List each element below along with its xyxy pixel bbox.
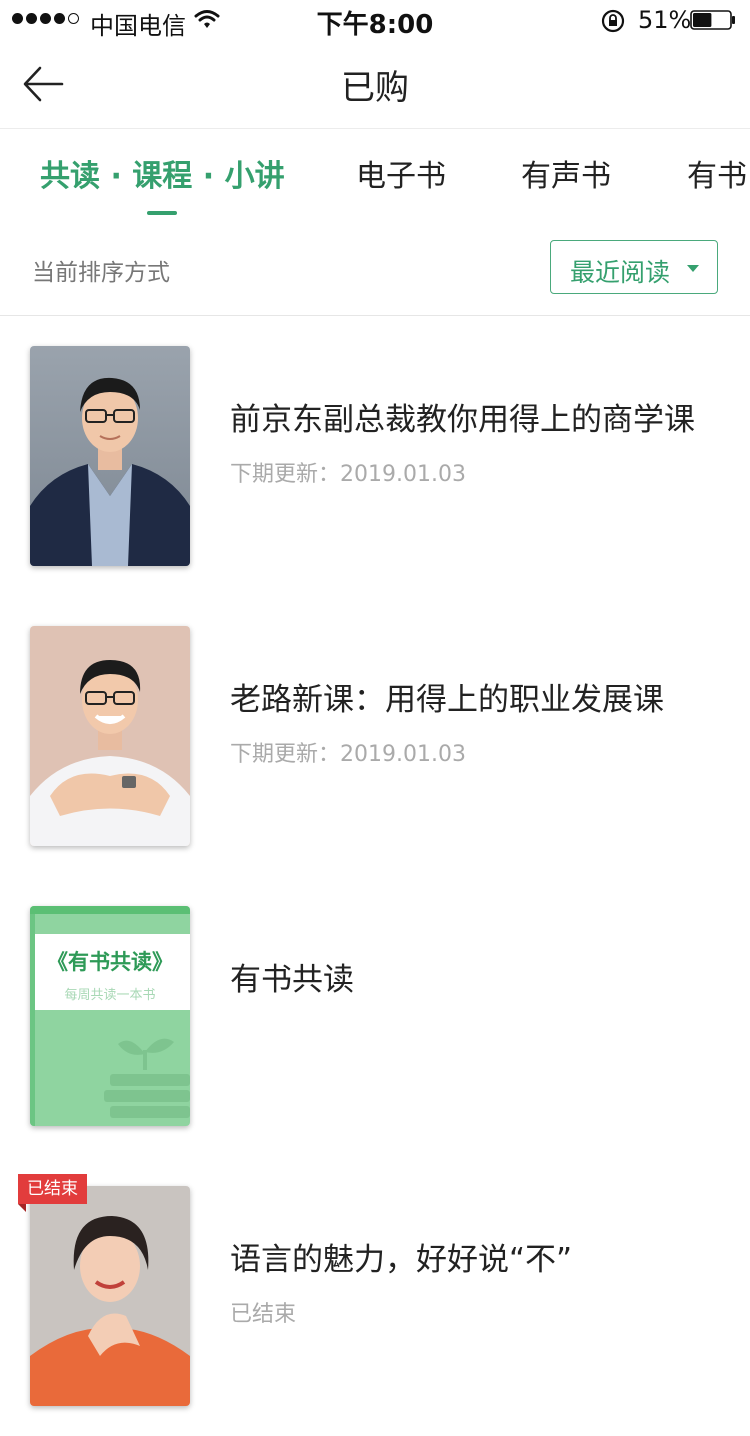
tab-reading-courses-talks[interactable]: 共读 · 课程 · 小讲 [40, 151, 285, 195]
list-item[interactable]: 前京东副总裁教你用得上的商学课 下期更新：2019.01.03 [0, 316, 750, 596]
tab-youshu[interactable]: 有书 [687, 151, 747, 195]
item-title: 有书共读 [230, 962, 354, 998]
sort-dropdown-button[interactable]: 最近阅读 [550, 240, 718, 294]
active-tab-indicator [147, 211, 177, 215]
item-update-date: 下期更新：2019.01.03 [230, 462, 466, 487]
status-bar: 中国电信 下午8:00 51% [0, 0, 750, 40]
course-cover-image [30, 1186, 190, 1406]
sort-row: 当前排序方式 最近阅读 [0, 217, 750, 316]
battery-icon [690, 10, 735, 30]
list-item[interactable]: 已结束 语言的魅力，好好说“不” 已结束 [0, 1156, 750, 1436]
battery-percentage: 51% [638, 6, 692, 34]
cover-subtitle-text: 每周共读一本书 [64, 988, 156, 1003]
item-status: 已结束 [230, 1302, 297, 1327]
item-title: 前京东副总裁教你用得上的商学课 [230, 402, 695, 438]
page-title: 已购 [341, 68, 409, 108]
tab-audiobooks[interactable]: 有声书 [521, 151, 611, 195]
course-cover-image: 《有书共读》 每周共读一本书 [30, 906, 190, 1126]
navigation-bar: 已购 [0, 40, 750, 129]
item-title: 语言的魅力，好好说“不” [230, 1242, 573, 1278]
course-cover-image [30, 626, 190, 846]
item-title: 老路新课：用得上的职业发展课 [230, 682, 664, 718]
category-tabs: 共读 · 课程 · 小讲 电子书 有声书 有书 [0, 129, 750, 217]
tab-ebooks[interactable]: 电子书 [356, 151, 446, 195]
caret-down-icon [687, 265, 699, 272]
plant-books-icon [104, 1038, 190, 1118]
course-cover-image [30, 346, 190, 566]
list-item[interactable]: 老路新课：用得上的职业发展课 下期更新：2019.01.03 [0, 596, 750, 876]
rotation-lock-icon [601, 9, 625, 33]
cover-title-text: 《有书共读》 [47, 950, 173, 974]
sort-selected-value: 最近阅读 [570, 258, 671, 287]
list-item[interactable]: 《有书共读》 每周共读一本书 有书共读 [0, 876, 750, 1156]
sort-label: 当前排序方式 [32, 260, 170, 286]
item-update-date: 下期更新：2019.01.03 [230, 742, 466, 767]
ended-badge: 已结束 [18, 1174, 87, 1212]
